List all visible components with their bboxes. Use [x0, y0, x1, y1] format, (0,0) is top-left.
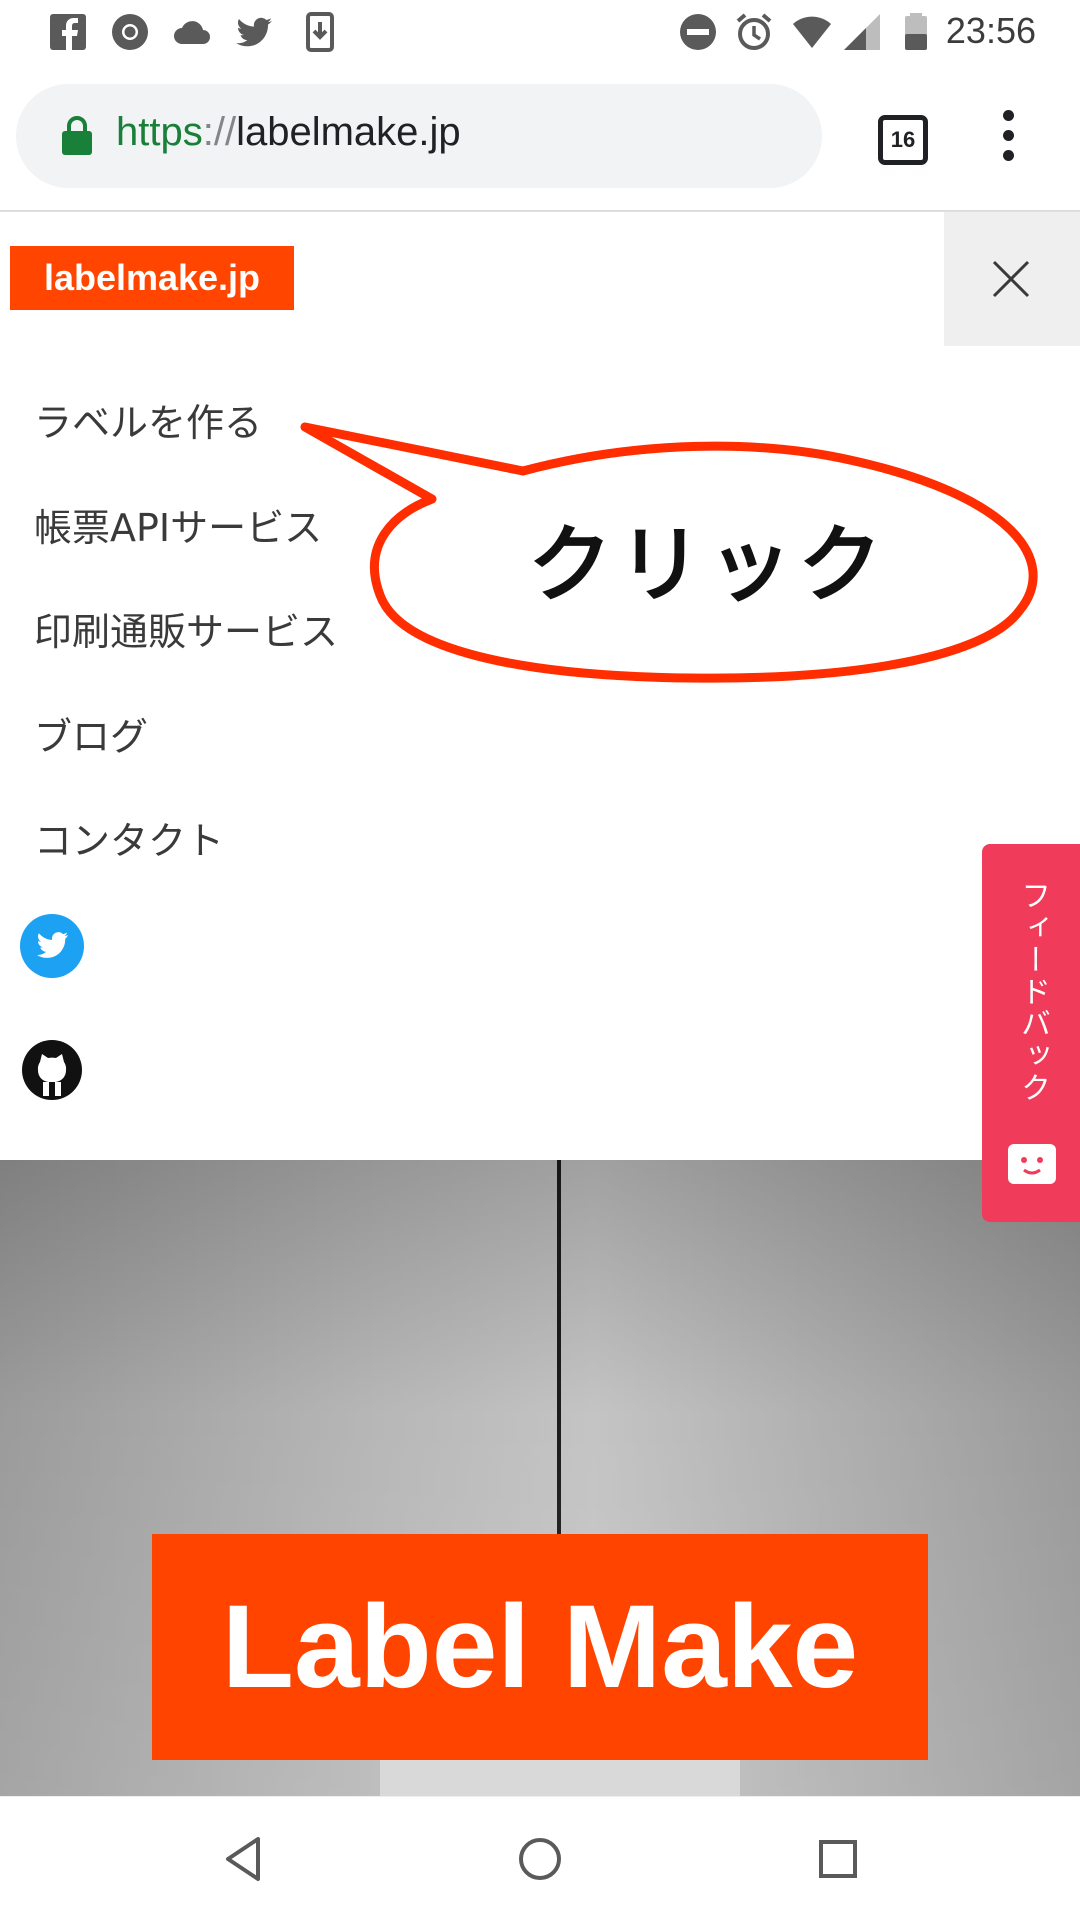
close-icon: [992, 260, 1030, 298]
twitter-status-icon: [236, 17, 272, 47]
callout-text: クリック: [527, 516, 888, 614]
download-icon: [306, 12, 334, 52]
status-time: 23:56: [945, 10, 1036, 51]
hero-title: Label Make: [152, 1534, 928, 1760]
nav-item-make-label[interactable]: ラベルを作る: [34, 392, 262, 447]
battery-icon: [905, 13, 927, 50]
facebook-icon: [50, 14, 86, 50]
wifi-icon: [793, 16, 831, 48]
signal-icon: [844, 14, 880, 50]
hero-floor-object: [380, 1760, 740, 1796]
browser-toolbar: https://labelmake.jp 16: [0, 66, 1080, 210]
nav-item-blog[interactable]: ブログ: [34, 706, 148, 761]
github-icon[interactable]: [20, 1038, 84, 1102]
site-logo[interactable]: labelmake.jp: [10, 246, 294, 310]
twitter-icon[interactable]: [20, 914, 84, 978]
url-host: labelmake.jp: [236, 110, 461, 154]
back-icon[interactable]: [218, 1833, 270, 1885]
feedback-label: フィードバック: [1015, 880, 1050, 1104]
recents-icon[interactable]: [812, 1833, 864, 1885]
system-nav-bar: [0, 1796, 1080, 1921]
hero-image: Label Make: [0, 1160, 1080, 1796]
site-header: labelmake.jp: [0, 212, 1080, 346]
overflow-menu-icon[interactable]: [996, 110, 1020, 170]
lock-icon: [62, 116, 92, 155]
nav-item-contact[interactable]: コンタクト: [34, 810, 224, 865]
feedback-tab[interactable]: フィードバック: [982, 844, 1080, 1222]
url-scheme: https: [116, 110, 203, 154]
cloud-icon: [174, 21, 210, 44]
alarm-icon: [736, 13, 772, 50]
status-bar: 23:56: [0, 0, 1080, 66]
nav-item-report-api[interactable]: 帳票APIサービス: [34, 497, 322, 552]
do-not-disturb-icon: [680, 14, 716, 50]
feedback-smile-icon: [1008, 1144, 1056, 1184]
tab-switcher-button[interactable]: 16: [878, 115, 928, 165]
url-separator: ://: [202, 110, 237, 154]
close-menu-button[interactable]: [944, 212, 1080, 346]
address-bar[interactable]: https://labelmake.jp: [16, 84, 822, 188]
chrome-icon: [112, 14, 148, 50]
nav-item-print-service[interactable]: 印刷通販サービス: [34, 601, 338, 656]
home-icon[interactable]: [514, 1833, 566, 1885]
url-text[interactable]: https://labelmake.jp: [116, 110, 461, 155]
